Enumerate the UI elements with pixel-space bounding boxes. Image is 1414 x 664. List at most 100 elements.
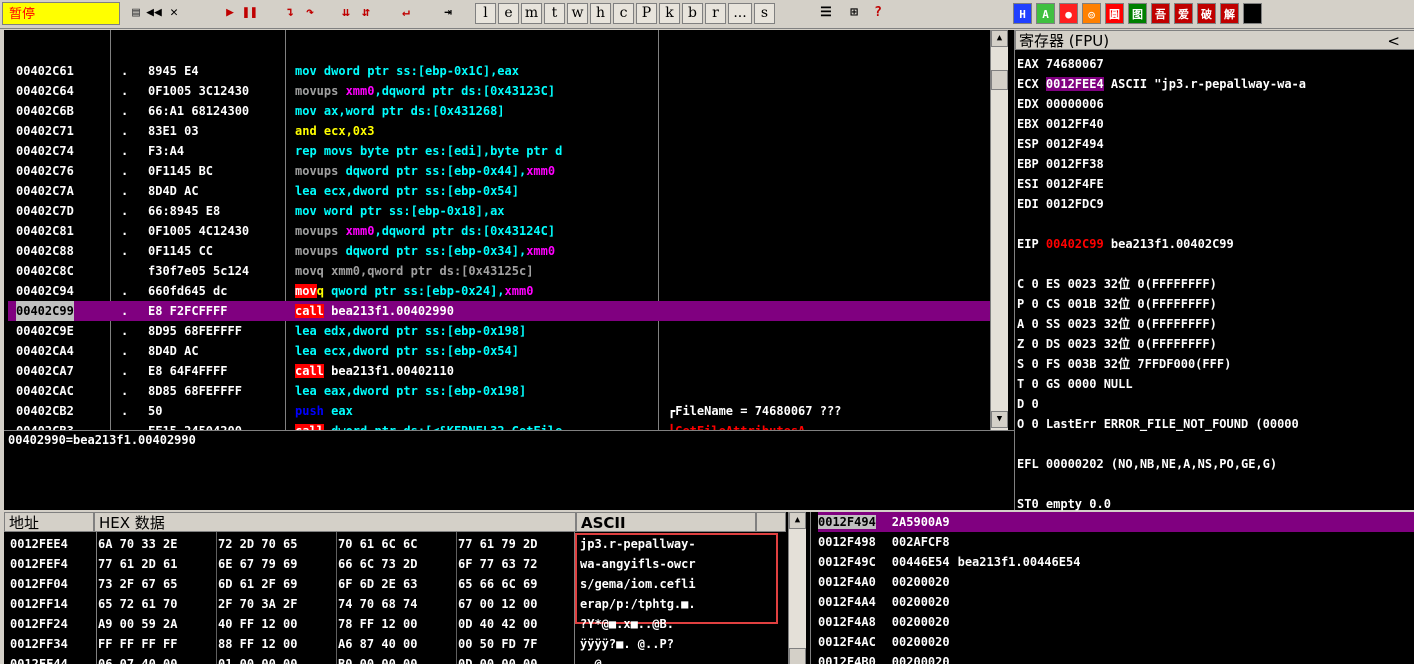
disasm-row[interactable]: 00402C94. 660fd645 dc movq qword ptr ss:[e…: [8, 281, 993, 301]
register-row[interactable]: A 0 SS 0023 32位 0(FFFFFFFF): [1017, 314, 1217, 334]
register-row[interactable]: ESP 0012F494: [1017, 134, 1104, 154]
toolbar-letter-button-8[interactable]: k: [659, 3, 680, 24]
scroll-down-icon[interactable]: ▼: [991, 411, 1008, 428]
open-file-icon[interactable]: ▤: [128, 4, 144, 22]
disasm-row[interactable]: 00402C7D. 66:8945 E8 mov word ptr ss:[ebp-…: [8, 201, 993, 221]
plugin-icon-1[interactable]: A: [1036, 3, 1055, 24]
dump-header-ascii[interactable]: ASCII: [576, 512, 756, 532]
toolbar-letter-button-3[interactable]: t: [544, 3, 565, 24]
dump-header-address[interactable]: 地址: [4, 512, 94, 532]
help-icon[interactable]: ?: [870, 4, 886, 22]
window-icon[interactable]: ⊞: [846, 4, 862, 22]
plugin-icon-black[interactable]: [1243, 3, 1262, 24]
register-row[interactable]: EIP 00402C99 bea213f1.00402C99: [1017, 234, 1234, 254]
register-row[interactable]: EBX 0012FF40: [1017, 114, 1104, 134]
disasm-row[interactable]: 00402C88. 0F1145 CC movups dqword ptr ss:[…: [8, 241, 993, 261]
register-row[interactable]: T 0 GS 0000 NULL: [1017, 374, 1133, 394]
register-row[interactable]: D 0: [1017, 394, 1039, 414]
disasm-row[interactable]: 00402C64. 0F1005 3C12430 movups xmm0,dqwor…: [8, 81, 993, 101]
execute-till-return-icon[interactable]: ↵: [398, 4, 414, 22]
disasm-row[interactable]: 00402C76. 0F1145 BC movups dqword ptr ss:[…: [8, 161, 993, 181]
stack-row[interactable]: 0012F4A4 00200020: [818, 592, 1414, 612]
trace-over-icon[interactable]: ⇵: [358, 4, 374, 22]
plugin-icon-5[interactable]: 图: [1128, 3, 1147, 24]
disassembly-pane[interactable]: 00402C61. 8945 E4 mov dword ptr ss:[ebp-0x…: [4, 30, 1014, 430]
toolbar-letter-button-9[interactable]: b: [682, 3, 703, 24]
scroll-up-icon[interactable]: ▲: [789, 512, 806, 529]
toolbar-letter-button-6[interactable]: c: [613, 3, 634, 24]
collapse-icon[interactable]: <: [1387, 31, 1400, 51]
run-icon[interactable]: ▶: [222, 4, 238, 22]
plugin-icon-2[interactable]: ●: [1059, 3, 1078, 24]
step-over-icon[interactable]: ↷: [302, 4, 318, 22]
plugin-icon-7[interactable]: 爱: [1174, 3, 1193, 24]
dump-scrollbar[interactable]: ▲: [788, 512, 806, 664]
toolbar-letter-button-5[interactable]: h: [590, 3, 611, 24]
register-row[interactable]: EDI 0012FDC9: [1017, 194, 1104, 214]
disasm-instruction: movups dqword ptr ss:[ebp-0x34],xmm0: [295, 241, 555, 261]
register-row[interactable]: ST0 empty 0.0: [1017, 494, 1111, 514]
goto-icon[interactable]: ⇥: [440, 4, 456, 22]
scroll-up-icon[interactable]: ▲: [991, 30, 1008, 47]
plugin-icon-4[interactable]: 圓: [1105, 3, 1124, 24]
step-into-icon[interactable]: ↴: [282, 4, 298, 22]
scroll-thumb[interactable]: [991, 70, 1008, 90]
stack-row[interactable]: 0012F4B0 00200020: [818, 652, 1414, 664]
pause-icon[interactable]: ❚❚: [242, 4, 258, 22]
plugin-icon-8[interactable]: 破: [1197, 3, 1216, 24]
disasm-row[interactable]: 00402C7A. 8D4D AC lea ecx,dword ptr ss:[eb…: [8, 181, 993, 201]
stack-row[interactable]: 0012F494 2A5900A9: [818, 512, 1414, 532]
disasm-row[interactable]: 00402C9E. 8D95 68FEFFFF lea edx,dword ptr …: [8, 321, 993, 341]
disasm-row[interactable]: 00402C8C f30f7e05 5c124 movq xmm0,qword pt…: [8, 261, 993, 281]
disasm-row[interactable]: 00402C81. 0F1005 4C12430 movups xmm0,dqwor…: [8, 221, 993, 241]
register-row[interactable]: ECX 0012FEE4 ASCII "jp3.r-pepallway-wa-a: [1017, 74, 1306, 94]
disasm-row[interactable]: 00402C61. 8945 E4 mov dword ptr ss:[ebp-0x…: [8, 61, 993, 81]
disasm-address: 00402C76: [16, 164, 74, 178]
disasm-row[interactable]: 00402CA4. 8D4D AC lea ecx,dword ptr ss:[eb…: [8, 341, 993, 361]
toolbar-letter-button-11[interactable]: ...: [728, 3, 752, 24]
plugin-icon-3[interactable]: ◎: [1082, 3, 1101, 24]
stack-row[interactable]: 0012F49C 00446E54 bea213f1.00446E54: [818, 552, 1414, 572]
dump-hex-group: B0 00 00 00: [338, 657, 418, 664]
close-icon[interactable]: ✕: [166, 4, 182, 22]
register-row[interactable]: ESI 0012F4FE: [1017, 174, 1104, 194]
stack-row[interactable]: 0012F4A0 00200020: [818, 572, 1414, 592]
register-row[interactable]: EDX 00000006: [1017, 94, 1104, 114]
stack-row[interactable]: 0012F498 002AFCF8: [818, 532, 1414, 552]
toolbar-letter-button-1[interactable]: e: [498, 3, 519, 24]
list-icon[interactable]: ☰: [818, 4, 834, 22]
restart-icon[interactable]: ◀◀: [146, 4, 162, 22]
stack-row[interactable]: 0012F4AC 00200020: [818, 632, 1414, 652]
dump-header-hex[interactable]: HEX 数据: [94, 512, 576, 532]
toolbar-letter-button-2[interactable]: m: [521, 3, 542, 24]
column-divider: [336, 532, 337, 664]
toolbar-letter-button-12[interactable]: s: [754, 3, 775, 24]
disasm-hex: 8D4D AC: [148, 184, 199, 198]
register-row[interactable]: EAX 74680067: [1017, 54, 1104, 74]
register-row[interactable]: P 0 CS 001B 32位 0(FFFFFFFF): [1017, 294, 1217, 314]
register-row[interactable]: EFL 00000202 (NO,NB,NE,A,NS,PO,GE,G): [1017, 454, 1277, 474]
plugin-icon-6[interactable]: 吾: [1151, 3, 1170, 24]
register-row[interactable]: Z 0 DS 0023 32位 0(FFFFFFFF): [1017, 334, 1217, 354]
register-row[interactable]: O 0 LastErr ERROR_FILE_NOT_FOUND (00000: [1017, 414, 1299, 434]
disasm-row[interactable]: 00402C74. F3:A4 rep movs byte ptr es:[edi]…: [8, 141, 993, 161]
toolbar-letter-button-4[interactable]: w: [567, 3, 588, 24]
scroll-thumb[interactable]: [789, 648, 806, 664]
stack-row[interactable]: 0012F4A8 00200020: [818, 612, 1414, 632]
trace-into-icon[interactable]: ⇊: [338, 4, 354, 22]
toolbar-letter-button-10[interactable]: r: [705, 3, 726, 24]
plugin-icon-0[interactable]: H: [1013, 3, 1032, 24]
disasm-row[interactable]: 00402C99. E8 F2FCFFFF call bea213f1.004029…: [8, 301, 993, 321]
disasm-row[interactable]: 00402CA7. E8 64F4FFFF call bea213f1.004021…: [8, 361, 993, 381]
disasm-row[interactable]: 00402CAC. 8D85 68FEFFFF lea eax,dword ptr …: [8, 381, 993, 401]
disasm-row[interactable]: 00402C71. 83E1 03 and ecx,0x3: [8, 121, 993, 141]
plugin-icon-9[interactable]: 解: [1220, 3, 1239, 24]
disasm-hex: 8D4D AC: [148, 344, 199, 358]
toolbar-letter-button-7[interactable]: P: [636, 3, 657, 24]
register-row[interactable]: C 0 ES 0023 32位 0(FFFFFFFF): [1017, 274, 1217, 294]
disassembly-scrollbar[interactable]: ▲ ▼: [990, 30, 1008, 430]
register-row[interactable]: EBP 0012FF38: [1017, 154, 1104, 174]
toolbar-letter-button-0[interactable]: l: [475, 3, 496, 24]
register-row[interactable]: S 0 FS 003B 32位 7FFDF000(FFF): [1017, 354, 1231, 374]
disasm-row[interactable]: 00402C6B. 66:A1 68124300 mov ax,word ptr d…: [8, 101, 993, 121]
